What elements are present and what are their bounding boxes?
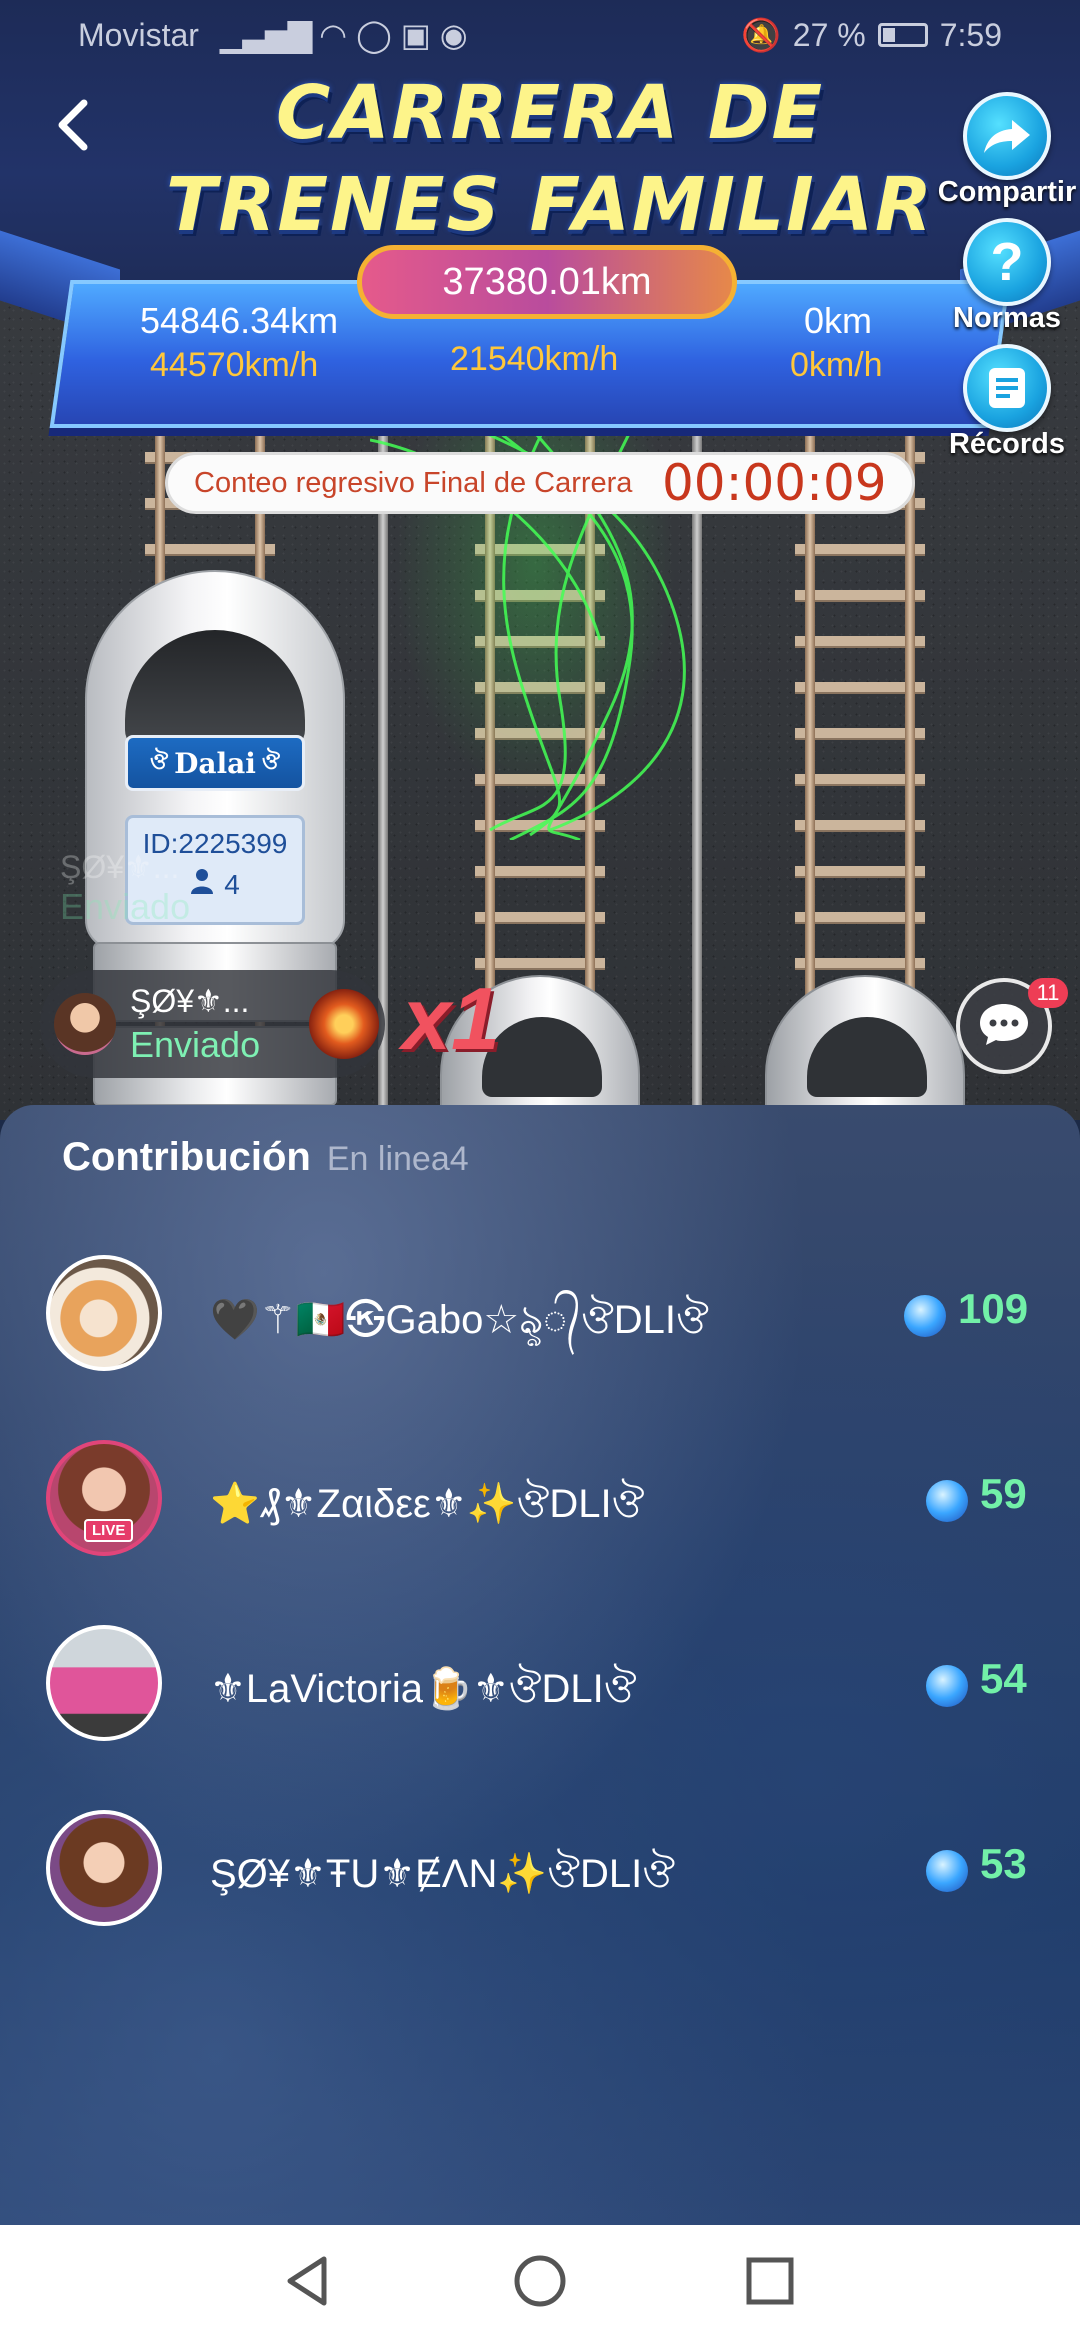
page-title-line2: TRENES FAMILIAR [166, 162, 934, 248]
page-title-line1: CARRERA DE [275, 70, 825, 156]
person-icon [190, 868, 214, 901]
gift-notice-faded: ŞØ¥⚜... Enviado [60, 848, 190, 928]
right-distance: 0km [804, 300, 873, 341]
online-count: En linea4 [326, 1140, 469, 1178]
carrier-name: Movistar [78, 17, 199, 53]
diamond-icon [904, 1295, 946, 1337]
gift-notice: ŞØ¥⚜... Enviado [40, 970, 385, 1078]
avatar[interactable]: LIVE [46, 1440, 162, 1556]
nav-back-button[interactable] [280, 2253, 336, 2314]
countdown-timer: 00:00:09 [662, 454, 887, 512]
rules-label: Normas [953, 302, 1061, 334]
back-button[interactable] [48, 95, 98, 155]
square-recents-icon [746, 2257, 794, 2305]
final-countdown: Conteo regresivo Final de Carrera 00:00:… [165, 452, 915, 514]
clock-time: 7:59 [939, 16, 1002, 53]
triangle-back-icon [287, 2256, 327, 2306]
rules-button[interactable]: ? Normas [932, 218, 1080, 335]
avatar [54, 993, 116, 1055]
question-mark-icon: ? [990, 232, 1024, 292]
whatsapp-icon: ◯ [355, 17, 392, 53]
chat-unread-badge: 11 [1028, 978, 1068, 1008]
app-notification-icon: ▣ [400, 17, 431, 53]
gift-notice-status: Enviado [130, 1024, 261, 1065]
left-distance: 54846.34km [140, 300, 339, 341]
share-arrow-icon [984, 120, 1030, 153]
chat-bubble-icon [978, 1002, 1030, 1051]
diamond-icon [926, 1665, 968, 1707]
countdown-label: Conteo regresivo Final de Carrera [194, 466, 633, 499]
share-button[interactable]: Compartir [932, 92, 1080, 209]
contribution-title: Contribución [62, 1135, 311, 1179]
document-icon [989, 368, 1025, 408]
avatar[interactable] [46, 1625, 162, 1741]
contributor-name: ŞØ¥⚜ŦU⚜ɆɅN✨ঔDLIঔ [210, 1852, 676, 1896]
record-icon: ◉ [439, 17, 468, 53]
gift-notice-user: ŞØ¥⚜... [130, 983, 250, 1019]
train-member-count: 4 [224, 868, 240, 900]
signal-icon: ▁▃▅▇ [219, 17, 312, 53]
contributor-score: 54 [980, 1655, 1027, 1702]
contributor-score: 53 [980, 1840, 1027, 1887]
contributor-name: 🖤⚚🇲🇽㉿Gabo☆ৡ᭄ঔDLIঔ [210, 1298, 709, 1342]
top-distance-pill: 37380.01km [357, 245, 737, 319]
avatar[interactable] [46, 1810, 162, 1926]
gift-notice-status: Enviado [60, 886, 191, 927]
avatar[interactable] [46, 1255, 162, 1371]
speed-trail-effect [369, 378, 700, 842]
left-speed: 44570km/h [150, 346, 319, 384]
train-name-plate: ঔ Dalai ঔ [125, 735, 305, 791]
battery-percent: 27 % [792, 16, 866, 53]
right-speed: 0km/h [790, 346, 883, 384]
contribution-panel: Contribución En linea4 🖤⚚🇲🇽㉿Gabo☆ৡ᭄ঔDLIঔ… [0, 1105, 1080, 2225]
contributor-score: 59 [980, 1470, 1027, 1517]
chevron-left-icon [58, 99, 88, 151]
mid-speed: 21540km/h [450, 340, 619, 378]
app-screen: ঔ Dalai ঔ ID:2225399 4 ŞØ¥⚜... Enviado Ş… [0, 0, 1080, 2340]
gift-notice-user: ŞØ¥⚜... [60, 849, 180, 885]
circle-home-icon [514, 2255, 566, 2307]
live-badge: LIVE [84, 1519, 134, 1542]
race-scene: ঔ Dalai ঔ ID:2225399 4 ŞØ¥⚜... Enviado Ş… [0, 0, 1080, 1135]
records-button[interactable]: Récords [932, 344, 1080, 461]
gift-multiplier: x1 [402, 969, 500, 1068]
contributor-row[interactable]: ŞØ¥⚜ŦU⚜ɆɅN✨ঔDLIঔ 53 [0, 1810, 1080, 1930]
diamond-icon [926, 1480, 968, 1522]
battery-icon [877, 23, 928, 47]
diamond-icon [926, 1850, 968, 1892]
records-label: Récords [948, 428, 1066, 460]
train-name: Dalai [174, 746, 256, 780]
mute-bell-icon: 🔕 [740, 17, 781, 53]
gift-icon [309, 989, 379, 1059]
status-bar: Movistar ▁▃▅▇ ◠ ◯ ▣ ◉ 🔕 27 % 7:59 [0, 0, 1080, 70]
contributor-row[interactable]: 🖤⚚🇲🇽㉿Gabo☆ৡ᭄ঔDLIঔ 109 [0, 1255, 1080, 1375]
share-label: Compartir [937, 176, 1077, 208]
nav-home-button[interactable] [512, 2253, 568, 2314]
contributor-score: 109 [958, 1285, 1029, 1332]
contributor-row[interactable]: LIVE ⭐️₰⚜Zαιδεε⚜✨ঔDLIঔ 59 [0, 1440, 1080, 1560]
nav-recents-button[interactable] [742, 2253, 798, 2314]
contributor-row[interactable]: ⚜LaVictoria🍺⚜ঔDLIঔ 54 [0, 1625, 1080, 1745]
contribution-header: Contribución En linea4 [62, 1135, 469, 1180]
contributor-name: ⚜LaVictoria🍺⚜ঔDLIঔ [210, 1667, 637, 1711]
wifi-icon: ◠ [319, 17, 348, 53]
wings-icon: ঔ [150, 748, 169, 775]
wings-icon: ঔ [261, 748, 280, 775]
contributor-name: ⭐️₰⚜Zαιδεε⚜✨ঔDLIঔ [210, 1482, 645, 1526]
system-nav-bar [0, 2225, 1080, 2340]
